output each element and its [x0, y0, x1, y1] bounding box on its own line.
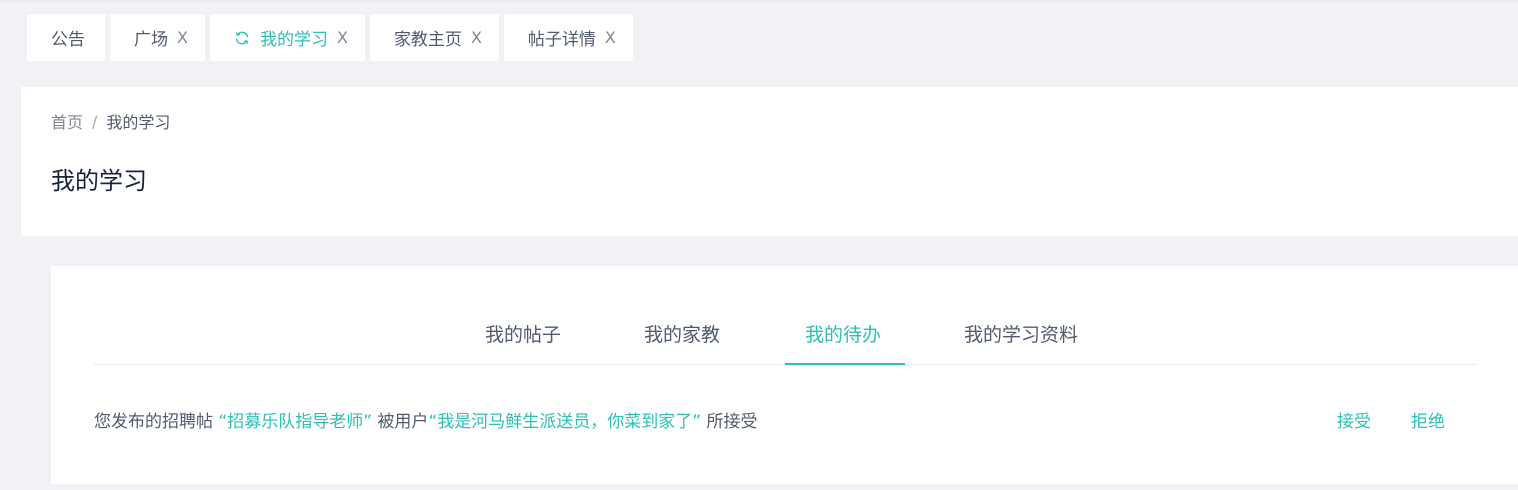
content-card: 我的帖子 我的家教 我的待办 我的学习资料 您发布的招聘帖 “招募乐队指导老师”…: [51, 266, 1518, 484]
breadcrumb-current: 我的学习: [106, 113, 171, 132]
todo-middle: 被用户: [377, 412, 429, 432]
close-icon[interactable]: X: [605, 29, 616, 46]
close-icon[interactable]: X: [177, 29, 188, 46]
tab-plaza[interactable]: 广场 X: [110, 14, 205, 61]
todo-suffix: 所接受: [706, 412, 758, 432]
subtab-my-materials[interactable]: 我的学习资料: [964, 320, 1078, 347]
breadcrumb-home[interactable]: 首页: [51, 109, 83, 133]
app-root: 公告 广场 X 我的学习 X 家教主页 X 帖子详情 X 首页 / 我的学习 我…: [0, 0, 1518, 490]
subtab-my-tutors[interactable]: 我的家教: [644, 320, 720, 347]
top-shadow: [0, 0, 1518, 3]
breadcrumb-separator: /: [92, 111, 98, 131]
close-icon[interactable]: X: [471, 29, 482, 46]
tab-tutor-home[interactable]: 家教主页 X: [369, 14, 499, 61]
subtab-my-todo[interactable]: 我的待办: [805, 320, 881, 347]
tab-label: 公告: [51, 30, 85, 50]
tab-label: 广场: [134, 30, 168, 50]
todo-prefix: 您发布的招聘帖: [94, 412, 213, 432]
tab-label: 我的学习: [259, 30, 328, 50]
tab-announcement[interactable]: 公告: [27, 14, 105, 61]
tab-bar: 公告 广场 X 我的学习 X 家教主页 X 帖子详情 X: [27, 14, 633, 61]
todo-post-title[interactable]: “招募乐队指导老师”: [218, 412, 372, 432]
reject-button[interactable]: 拒绝: [1411, 407, 1445, 432]
page-title: 我的学习: [51, 167, 147, 195]
tab-my-study[interactable]: 我的学习 X: [209, 14, 365, 61]
breadcrumb: 首页 / 我的学习: [51, 109, 170, 133]
active-tab-indicator: [785, 363, 905, 365]
subtab-my-posts[interactable]: 我的帖子: [485, 320, 561, 347]
subtab-bar: 我的帖子 我的家教 我的待办 我的学习资料: [94, 306, 1476, 365]
tab-label: 帖子详情: [527, 30, 596, 50]
close-icon[interactable]: X: [337, 29, 348, 46]
page-header: 首页 / 我的学习 我的学习: [21, 87, 1518, 236]
tab-post-detail[interactable]: 帖子详情 X: [503, 14, 633, 61]
todo-item: 您发布的招聘帖 “招募乐队指导老师” 被用户“我是河马鲜生派送员，你菜到家了” …: [94, 407, 1446, 432]
tab-label: 家教主页: [393, 30, 462, 50]
accept-button[interactable]: 接受: [1337, 407, 1371, 432]
todo-user-name[interactable]: “我是河马鲜生派送员，你菜到家了”: [428, 412, 701, 432]
refresh-icon[interactable]: [234, 30, 250, 46]
